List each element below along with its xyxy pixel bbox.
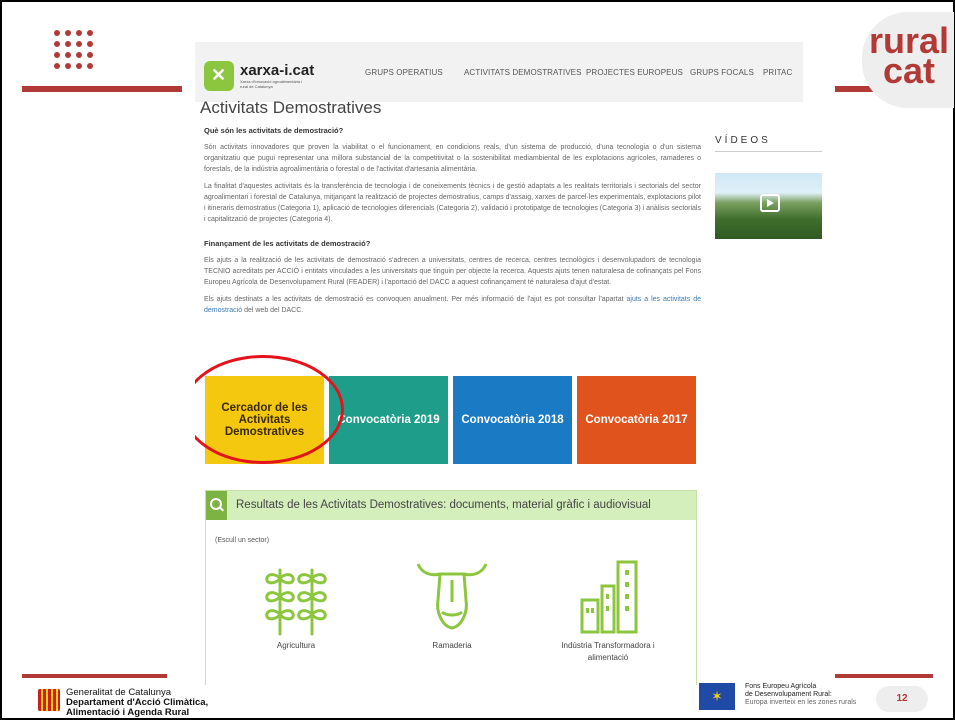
ruralcat-logo-text: rural cat <box>868 20 950 91</box>
footer-rule-right <box>835 674 933 678</box>
site-logo-name[interactable]: xarxa-i.cat <box>240 62 314 79</box>
paragraph-3: Els ajuts a la realització de les activi… <box>204 257 701 286</box>
paragraph-2: La finalitat d'aquestes activitats és la… <box>204 183 701 223</box>
main-content: Què són les activitats de demostració? S… <box>204 126 701 322</box>
section-heading-funding: Finançament de les activitats de demostr… <box>204 239 371 248</box>
paragraph-1: Són activitats innovadores que proven la… <box>204 144 701 173</box>
top-rule-left <box>22 86 182 92</box>
sector-label-industria[interactable]: Indústria Transformadora i alimentació <box>548 640 668 664</box>
nav-grups-focals[interactable]: GRUPS FOCALS <box>690 68 754 77</box>
play-icon[interactable] <box>760 194 780 212</box>
nav-grups-operatius[interactable]: GRUPS OPERATIUS <box>365 68 443 77</box>
video-thumbnail[interactable] <box>715 173 822 239</box>
gen-line-3: Alimentació i Agenda Rural <box>66 707 190 718</box>
sector-ramaderia[interactable]: Ramaderia <box>392 556 512 652</box>
videos-sidebar: VÍDEOS <box>715 135 822 239</box>
eu-flag-icon: ✶ <box>699 683 735 710</box>
videos-title: VÍDEOS <box>715 135 822 152</box>
tile-convocatoria-2018[interactable]: Convocatòria 2018 <box>453 376 572 464</box>
factory-icon[interactable] <box>568 556 648 636</box>
footer-rule-left <box>22 674 167 678</box>
sector-label-agricultura[interactable]: Agricultura <box>236 640 356 652</box>
page-title: Activitats Demostratives <box>200 98 382 117</box>
cow-icon[interactable] <box>412 556 492 636</box>
dots-decoration <box>54 30 93 69</box>
generalitat-text: Generalitat de Catalunya Departament d'A… <box>66 688 208 718</box>
results-title: Resultats de les Activitats Demostrative… <box>236 499 651 511</box>
feader-text: Fons Europeu Agrícola de Desenvolupament… <box>745 683 856 707</box>
sector-industria[interactable]: Indústria Transformadora i alimentació <box>548 556 668 664</box>
nav-projectes-europeus[interactable]: PROJECTES EUROPEUS <box>586 68 683 77</box>
search-icon[interactable] <box>206 491 227 520</box>
sector-hint: (Escull un sector) <box>215 537 270 544</box>
web-page-screenshot: xarxa-i.cat Xarxa d'innovació agroalimen… <box>195 30 835 685</box>
tile-convocatoria-2019[interactable]: Convocatòria 2019 <box>329 376 448 464</box>
nav-activitats-demostratives[interactable]: ACTIVITATS DEMOSTRATIVES <box>464 68 582 77</box>
tile-convocatoria-2017[interactable]: Convocatòria 2017 <box>577 376 696 464</box>
feader-line-1: Fons Europeu Agrícola <box>745 683 817 690</box>
paragraph-4-end: del web del DACC. <box>242 307 304 314</box>
xarxa-logo-icon[interactable] <box>204 61 234 91</box>
site-logo-tagline: Xarxa d'innovació agroalimentària i rura… <box>240 79 303 89</box>
nav-pritac[interactable]: PRITAC <box>763 68 792 77</box>
section-heading-what: Què són les activitats de demostració? <box>204 126 344 135</box>
paragraph-4: Els ajuts destinats a les activitats de … <box>204 294 701 316</box>
generalitat-logo-icon <box>38 689 60 711</box>
site-navbar: xarxa-i.cat Xarxa d'innovació agroalimen… <box>195 42 803 102</box>
sector-agricultura[interactable]: Agricultura <box>236 556 356 652</box>
plants-icon[interactable] <box>256 556 336 636</box>
feader-line-3: Europa inverteix en les zones rurals <box>745 699 857 706</box>
results-header: Resultats de les Activitats Demostrative… <box>206 491 696 520</box>
paragraph-4-start: Els ajuts destinats a les activitats de … <box>204 296 627 303</box>
tile-cercador[interactable]: Cercador de les Activitats Demostratives <box>205 376 324 464</box>
feader-line-2: de Desenvolupament Rural: <box>745 691 832 698</box>
tiles-row: Cercador de les Activitats Demostratives… <box>195 355 701 464</box>
results-panel: Resultats de les Activitats Demostrative… <box>205 490 697 685</box>
sector-label-ramaderia[interactable]: Ramaderia <box>392 640 512 652</box>
page-number: 12 <box>876 686 928 712</box>
